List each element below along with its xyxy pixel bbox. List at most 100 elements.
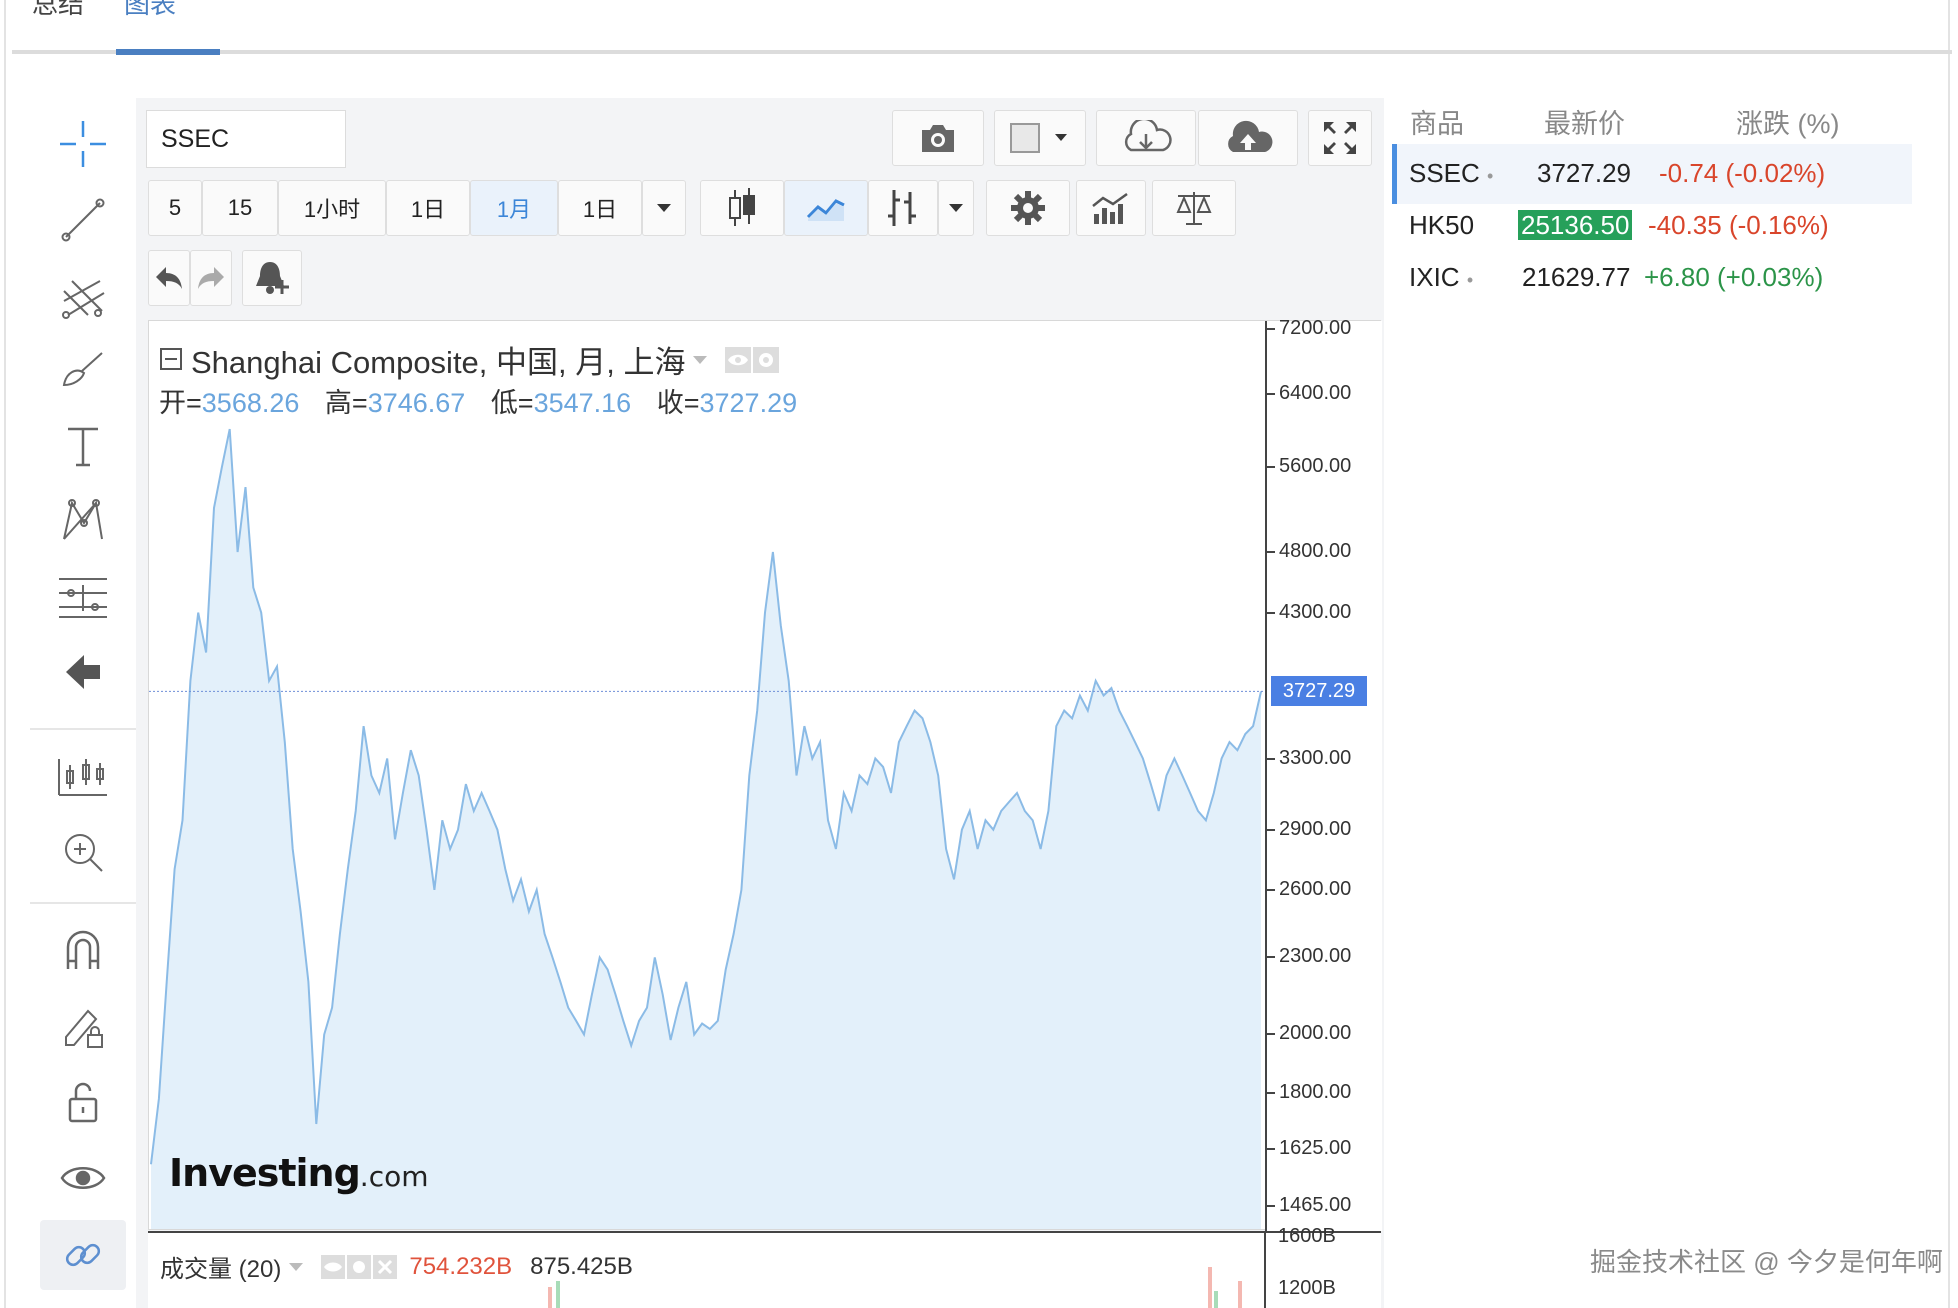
close-icon[interactable] [373, 1254, 398, 1279]
price-axis-tick [1267, 828, 1275, 831]
collapse-legend-icon[interactable] [159, 347, 185, 373]
top-tabs: 总结 图表 [12, 0, 1952, 56]
price-axis-label: 6400.00 [1279, 381, 1352, 404]
chart-widget: SSEC 5 15 1小时 1日 1月 1日 Shanghai Composit… [136, 98, 1384, 1308]
legend-dropdown-icon[interactable] [691, 354, 709, 366]
watchlist-header-change: 涨跌 (%) [1736, 109, 1840, 139]
gear-icon[interactable] [347, 1254, 372, 1279]
price-axis-label: 2600.00 [1279, 877, 1352, 900]
chart-type-dropdown[interactable] [938, 180, 974, 236]
fib-tool[interactable] [40, 264, 126, 328]
ohlc-bars-icon [888, 190, 916, 226]
watchlist-row[interactable]: HK50 25136.50 -40.35 (-0.16%) [1392, 196, 1912, 256]
volume-axis-label: 1600B [1278, 1225, 1336, 1247]
alert-button[interactable] [242, 250, 302, 306]
symbol-search-input[interactable]: SSEC [146, 110, 346, 168]
high-value: 3746.67 [367, 388, 466, 418]
crosshair-tool[interactable] [40, 112, 126, 176]
cloud-upload-icon [1228, 120, 1273, 152]
price-axis-tick [1267, 888, 1275, 891]
link-tool[interactable] [40, 1220, 126, 1290]
price-axis-label: 1625.00 [1279, 1136, 1352, 1159]
interval-15[interactable]: 15 [202, 180, 278, 236]
interval-1d[interactable]: 1日 [386, 180, 470, 236]
low-value: 3547.16 [533, 388, 632, 418]
indicators-icon [1092, 192, 1128, 224]
gear-icon[interactable] [753, 346, 780, 373]
watchlist-symbol: SSEC [1409, 158, 1480, 188]
price-chart[interactable]: Shanghai Composite, 中国, 月, 上海 开=3568.26 … [148, 317, 1382, 1231]
drawing-toolbar [30, 100, 138, 1308]
zoom-in-tool[interactable] [40, 820, 126, 884]
eye-icon[interactable] [321, 1254, 346, 1279]
watchlist-symbol: IXIC [1409, 262, 1460, 292]
text-tool[interactable] [40, 414, 126, 478]
fullscreen-button[interactable] [1308, 110, 1372, 166]
magnet-tool[interactable] [40, 918, 126, 982]
crosshair-icon [60, 121, 106, 167]
toolbar-divider [30, 902, 136, 904]
volume-bar [1214, 1291, 1218, 1308]
candles-style-button[interactable] [700, 180, 784, 236]
watchlist-row[interactable]: SSEC • 3727.29 -0.74 (-0.02%) [1392, 144, 1912, 204]
save-chart-button[interactable] [1198, 110, 1298, 166]
bars-style-button[interactable] [868, 180, 938, 236]
volume-pane: 成交量 (20) 754.232B 875.425B 1600B 1200B [148, 1225, 1381, 1308]
brush-tool[interactable] [40, 338, 126, 402]
watchlist-symbol: HK50 [1409, 210, 1475, 240]
compare-button[interactable] [1152, 180, 1236, 236]
camera-icon [922, 125, 954, 152]
screenshot-button[interactable] [892, 110, 984, 166]
watchlist-header-price: 最新价 [1544, 109, 1625, 139]
last-price-badge: 3727.29 [1271, 676, 1367, 707]
interval-1m[interactable]: 1月 [470, 180, 558, 236]
brush-icon [62, 352, 103, 387]
link-icon [65, 1243, 101, 1267]
price-axis-tick [1267, 956, 1275, 959]
pitchfork-icon [62, 280, 105, 319]
trend-line-tool[interactable] [40, 188, 126, 252]
watchlist-price: 25136.50 [1518, 210, 1633, 240]
tab-chart[interactable]: 图表 [124, 0, 176, 24]
interval-1h[interactable]: 1小时 [278, 180, 386, 236]
price-axis-label: 2000.00 [1279, 1022, 1352, 1045]
volume-bar [556, 1281, 560, 1308]
candlestick-icon [729, 188, 755, 226]
edit-lock-tool[interactable] [40, 994, 126, 1058]
watchlist-change: +6.80 (+0.03%) [1644, 262, 1824, 292]
settings-button[interactable] [986, 180, 1070, 236]
interval-dropdown[interactable] [642, 180, 686, 236]
price-axis[interactable]: 7200.00 6400.00 5600.00 4800.00 4300.00 3300.… [1265, 317, 1382, 1231]
watchlist-row[interactable]: IXIC • 21629.77 +6.80 (+0.03%) [1392, 248, 1912, 308]
indicators-button[interactable] [1076, 180, 1146, 236]
load-chart-button[interactable] [1096, 110, 1196, 166]
collapse-toolbar-button[interactable] [40, 640, 126, 704]
close-value: 3727.29 [699, 388, 798, 418]
price-axis-label: 2900.00 [1279, 817, 1352, 840]
undo-button[interactable] [148, 250, 190, 306]
price-axis-tick [1267, 1091, 1275, 1094]
redo-button[interactable] [190, 250, 232, 306]
series-legend: Shanghai Composite, 中国, 月, 上海 [159, 337, 780, 382]
tab-summary[interactable]: 总结 [32, 0, 84, 24]
interval-select[interactable]: 1日 [558, 180, 642, 236]
low-label: 低= [490, 388, 534, 418]
price-axis-tick [1267, 1147, 1275, 1150]
area-style-button[interactable] [784, 180, 868, 236]
chevron-down-icon[interactable] [287, 1261, 305, 1273]
page-border-left [4, 0, 6, 1308]
zoom-range-tool[interactable] [40, 744, 126, 808]
color-picker-button[interactable] [994, 110, 1086, 166]
lock-tool[interactable] [40, 1070, 126, 1134]
eye-icon[interactable] [725, 346, 752, 373]
close-label: 收= [656, 388, 700, 418]
fullscreen-icon [1324, 122, 1356, 154]
eye-icon [60, 1167, 106, 1189]
text-icon [68, 427, 98, 467]
visibility-tool[interactable] [40, 1146, 126, 1210]
interval-5[interactable]: 5 [148, 180, 202, 236]
measure-icon [59, 578, 107, 618]
price-axis-label: 2300.00 [1279, 945, 1352, 968]
investing-logo: Investing.com [169, 1151, 429, 1195]
legend-title: Shanghai Composite, 中国, 月, 上海 [191, 345, 686, 380]
